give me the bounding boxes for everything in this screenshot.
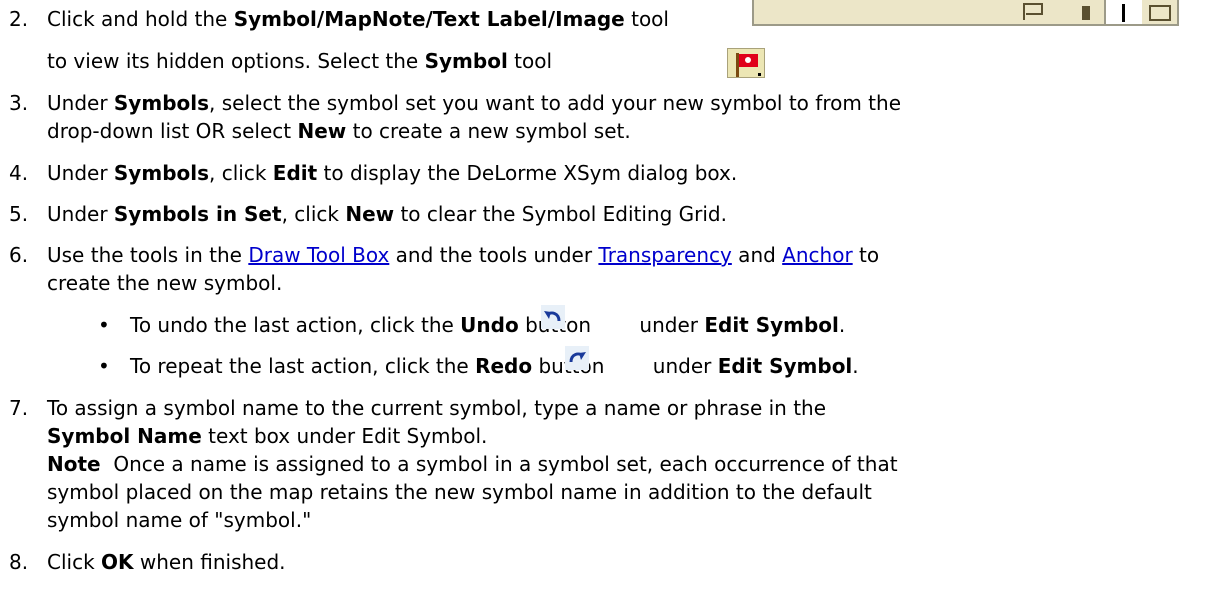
field-name: Symbol Name: [47, 424, 202, 448]
bullet-text: To repeat the last action, click the: [130, 354, 476, 378]
draw-tool-box-link[interactable]: Draw Tool Box: [248, 243, 389, 267]
step-text: Under: [47, 161, 114, 185]
note-label: Note: [47, 452, 101, 476]
redo-icon[interactable]: [565, 346, 589, 370]
step-text: to clear the Symbol Editing Grid.: [394, 202, 727, 226]
undo-icon[interactable]: [541, 305, 565, 329]
bullet-text: under: [633, 313, 705, 337]
bullet-text: under: [646, 354, 718, 378]
button-name: Edit: [272, 161, 318, 185]
option-name: New: [297, 119, 347, 143]
step-text: when finished.: [133, 550, 286, 574]
tool-name: Symbol/MapNote/Text Label/Image: [233, 7, 625, 31]
step-text: Click: [47, 550, 102, 574]
bullet-mark: •: [98, 313, 110, 337]
section-name: Edit Symbol: [704, 313, 839, 337]
tool-name: Symbol: [424, 49, 508, 73]
note-text: Once a name is assigned to a symbol in a…: [100, 452, 898, 476]
step-text: tool: [624, 7, 669, 31]
step-number: 8.: [9, 550, 29, 574]
mapnote-icon: [1082, 6, 1090, 20]
step-number: 4.: [9, 161, 29, 185]
step-text: , click: [209, 161, 273, 185]
step-text: Use the tools in the: [47, 243, 249, 267]
step-text: and the tools under: [389, 243, 599, 267]
section-name: Symbols in Set: [113, 202, 282, 226]
image-icon: [1149, 5, 1171, 21]
step-text: Under: [47, 202, 114, 226]
step-text: Click and hold the: [47, 7, 234, 31]
step-text: To assign a symbol name to the current s…: [47, 396, 827, 420]
step-text: tool: [507, 49, 553, 73]
step-number: 5.: [9, 202, 29, 226]
step-number: 2.: [9, 7, 29, 31]
button-name: New: [345, 202, 395, 226]
step-text: to display the DeLorme XSym dialog box.: [317, 161, 738, 185]
step-number: 3.: [9, 91, 29, 115]
transparency-link[interactable]: Transparency: [598, 243, 731, 267]
anchor-link[interactable]: Anchor: [782, 243, 853, 267]
bullet-text: To undo the last action, click the: [130, 313, 461, 337]
note-text: symbol placed on the map retains the new…: [47, 480, 872, 504]
button-name: OK: [101, 550, 134, 574]
section-name: Edit Symbol: [717, 354, 853, 378]
step-text: , click: [281, 202, 346, 226]
step-text: drop-down list OR select: [47, 119, 298, 143]
red-flag-symbol-icon[interactable]: [727, 48, 765, 78]
step-text: , select the symbol set you want to add …: [209, 91, 901, 115]
step-text: and: [731, 243, 783, 267]
section-name: Symbols: [113, 91, 210, 115]
step-number: 6.: [9, 243, 29, 267]
step-text: to create a new symbol set.: [346, 119, 631, 143]
step-text: Under: [47, 91, 114, 115]
button-name: Undo: [460, 313, 519, 337]
button-name: Redo: [475, 354, 533, 378]
step-number: 7.: [9, 396, 29, 420]
symbol-icon: [1023, 3, 1043, 20]
bullet-text: .: [838, 313, 846, 337]
bullet-mark: •: [98, 354, 110, 378]
bullet-text: .: [852, 354, 859, 378]
section-name: Symbols: [113, 161, 210, 185]
step-text: text box under Edit Symbol.: [201, 424, 488, 448]
symbol-toolbar-icon[interactable]: [752, 0, 1179, 26]
step-text: to: [852, 243, 880, 267]
note-text: symbol name of "symbol.": [47, 508, 312, 532]
text-label-icon: [1104, 0, 1142, 24]
step-text: to view its hidden options. Select the: [47, 49, 425, 73]
step-text: create the new symbol.: [47, 271, 283, 295]
